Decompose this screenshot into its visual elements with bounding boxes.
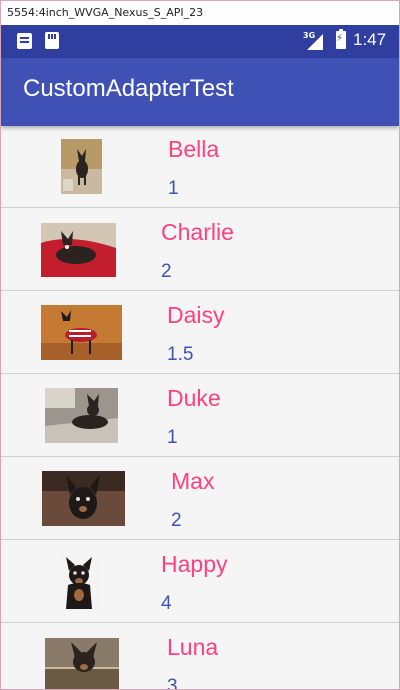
battery-charging-icon	[336, 29, 346, 49]
dog-photo	[42, 471, 125, 526]
list-item[interactable]: Duke 1	[1, 375, 399, 457]
dog-photo	[41, 223, 116, 277]
item-name: Luna	[167, 634, 219, 660]
dog-photo	[45, 388, 118, 443]
list-item[interactable]: Bella 1	[1, 126, 399, 208]
app-title: CustomAdapterTest	[23, 75, 234, 102]
emulator-title: 5554:4inch_WVGA_Nexus_S_API_23	[1, 1, 399, 25]
dog-photo-icon	[42, 471, 125, 526]
list-item[interactable]: Happy 4	[1, 541, 399, 623]
emulator-window: 5554:4inch_WVGA_Nexus_S_API_23 3G 1:47 C…	[0, 0, 400, 690]
item-value: 3	[167, 676, 178, 690]
item-name: Daisy	[167, 302, 225, 328]
dog-photo	[45, 638, 119, 689]
dog-photo-icon	[61, 139, 102, 194]
list-item[interactable]: Charlie 2	[1, 209, 399, 291]
dog-photo	[61, 139, 102, 194]
item-name: Bella	[168, 136, 220, 162]
dog-photo-icon	[45, 388, 118, 443]
item-value: 1	[168, 178, 179, 199]
status-clock: 1:47	[353, 30, 387, 49]
item-value: 1	[167, 427, 178, 448]
list-item[interactable]: Max 2	[1, 458, 399, 540]
item-name: Max	[171, 468, 215, 494]
item-value: 2	[171, 510, 182, 531]
dog-photo-icon	[41, 223, 116, 277]
dog-photo-icon	[60, 555, 98, 609]
signal-icon	[307, 34, 323, 50]
item-value: 1.5	[167, 344, 194, 365]
dog-photo	[60, 555, 98, 609]
notification-icon	[17, 33, 32, 49]
item-name: Charlie	[161, 219, 234, 245]
sd-card-icon	[45, 32, 59, 49]
dog-photo-icon	[45, 638, 119, 689]
item-value: 2	[161, 261, 172, 282]
app-bar: CustomAdapterTest	[1, 58, 399, 126]
list-item[interactable]: Luna 3	[1, 624, 399, 690]
item-name: Duke	[167, 385, 221, 411]
status-bar: 3G 1:47	[1, 25, 399, 58]
dog-photo	[41, 305, 122, 360]
dog-photo-icon	[41, 305, 122, 360]
item-name: Happy	[161, 551, 228, 577]
list-item[interactable]: Daisy 1.5	[1, 292, 399, 374]
item-value: 4	[161, 593, 172, 614]
